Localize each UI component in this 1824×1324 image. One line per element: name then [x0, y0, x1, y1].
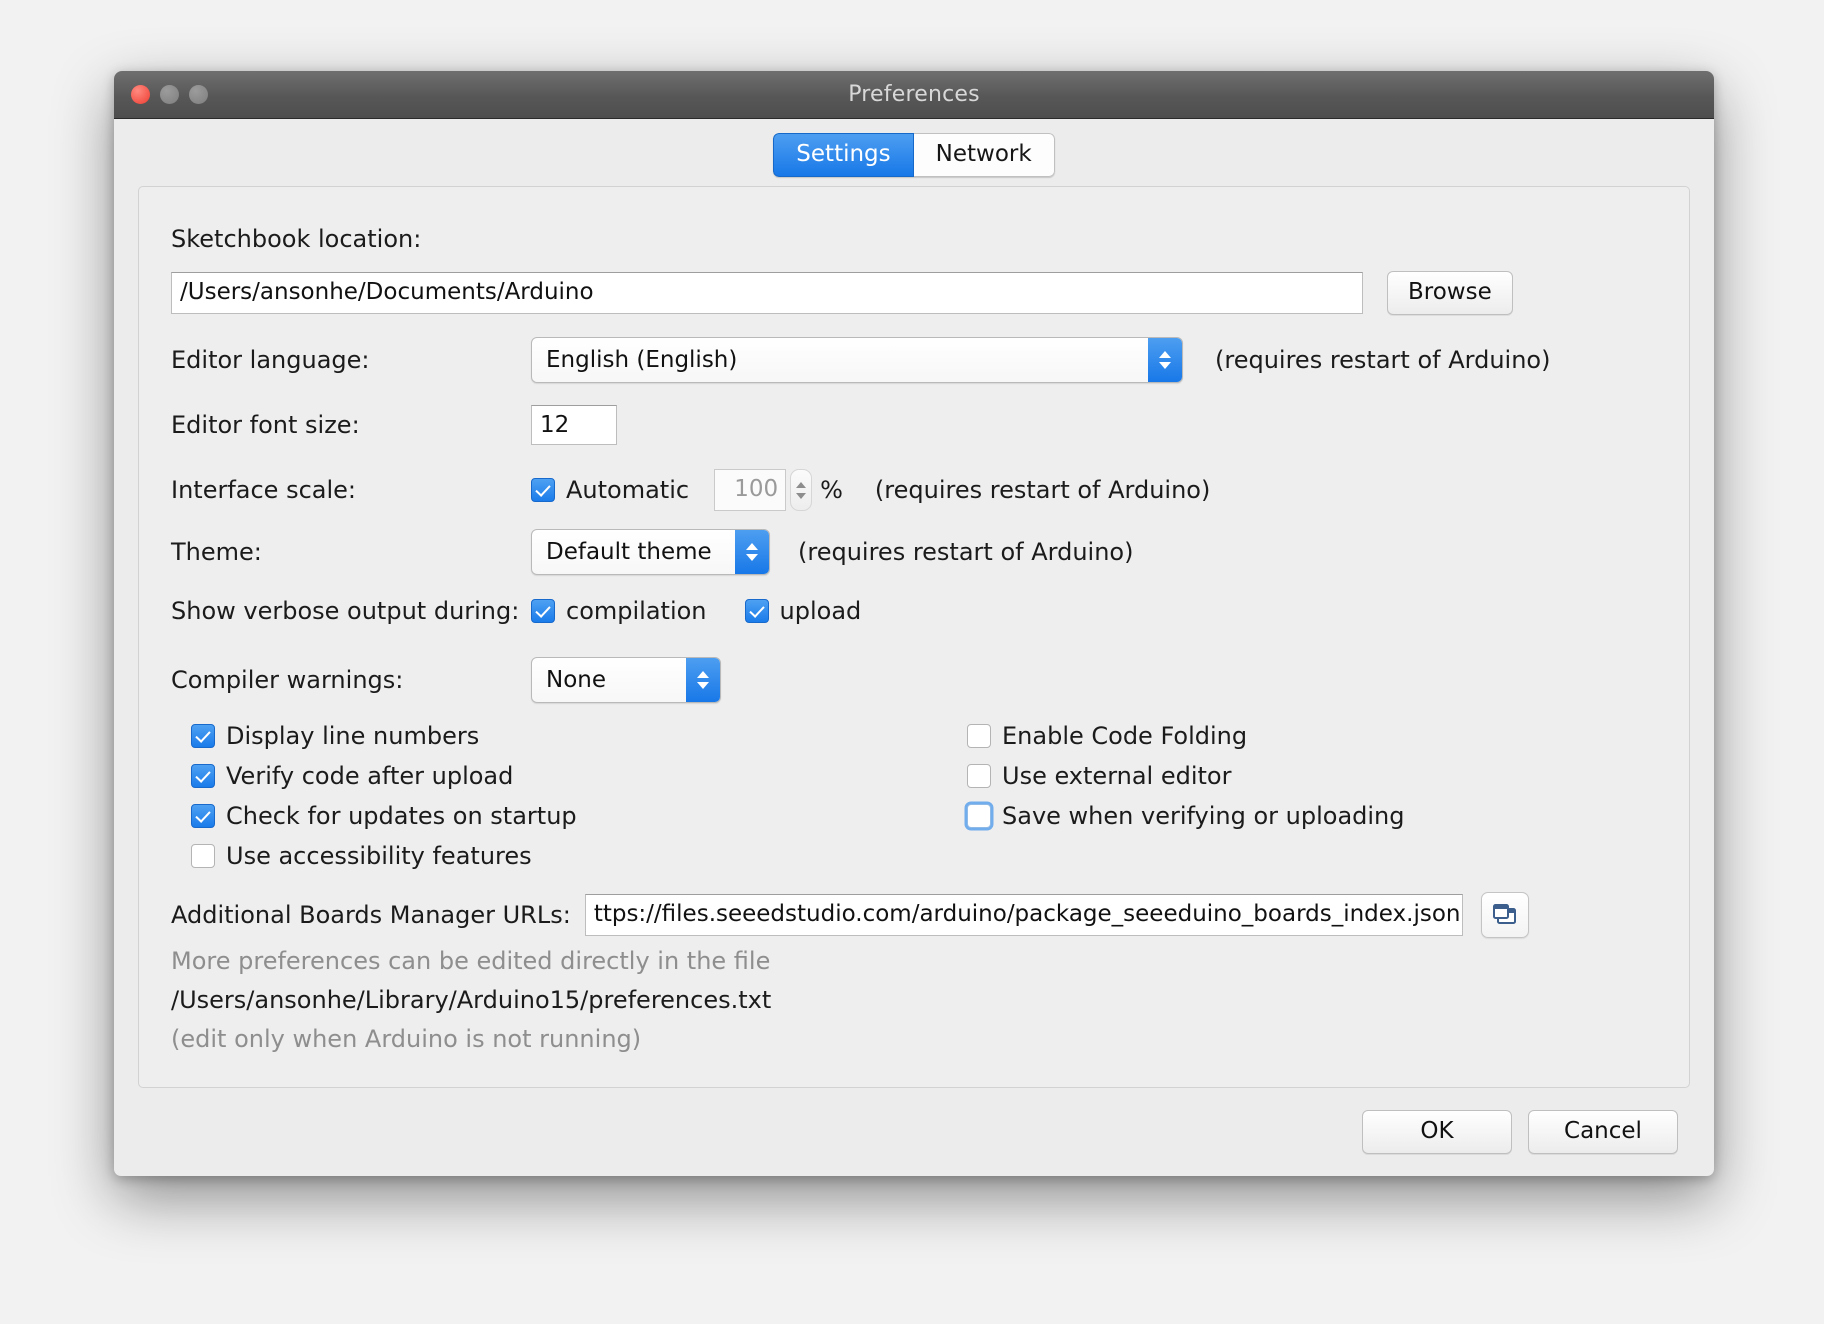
dialog-footer: OK Cancel: [114, 1088, 1714, 1176]
checkbox-box: [744, 599, 769, 624]
ok-button[interactable]: OK: [1362, 1110, 1512, 1154]
checkbox-box: [191, 764, 215, 789]
theme-select[interactable]: Default theme: [531, 529, 770, 576]
verbose-upload-label: upload: [779, 597, 862, 626]
checkbox-box: [531, 599, 555, 624]
verbose-output-label: Show verbose output during:: [171, 597, 520, 626]
window-titlebar: Preferences: [114, 71, 1714, 119]
checkbox-box: [967, 764, 991, 789]
checkbox-save-when-verifying-or-uploading[interactable]: Save when verifying or uploading: [967, 802, 1689, 830]
editor-font-size-row: Editor font size: 12: [171, 405, 1689, 446]
more-preferences-path: /Users/ansonhe/Library/Arduino15/prefere…: [171, 986, 1689, 1014]
stepper-arrows-icon[interactable]: [790, 469, 813, 512]
edit-warning-text: (edit only when Arduino is not running): [171, 1025, 642, 1054]
interface-scale-row: Interface scale: Automatic 100 % (requir…: [171, 469, 1689, 512]
checkbox-box: [191, 844, 215, 869]
chevron-up-down-icon: [686, 658, 720, 703]
checkbox-box: [191, 724, 215, 749]
interface-scale-automatic-checkbox[interactable]: Automatic: [531, 476, 689, 504]
percent-label: %: [820, 476, 843, 505]
theme-label: Theme:: [171, 538, 262, 567]
checkbox-box: [531, 478, 555, 503]
theme-row: Theme: Default theme (requires restart o…: [171, 529, 1689, 576]
verbose-compilation-checkbox[interactable]: compilation: [531, 597, 707, 625]
editor-language-select[interactable]: English (English): [531, 337, 1183, 384]
sketchbook-location-row: Sketchbook location:: [171, 225, 1689, 253]
compiler-warnings-label: Compiler warnings:: [171, 666, 404, 695]
checkbox-enable-code-folding[interactable]: Enable Code Folding: [967, 722, 1689, 750]
tab-network[interactable]: Network: [913, 133, 1055, 178]
interface-scale-stepper[interactable]: 100: [714, 469, 813, 512]
chevron-up-down-icon: [1148, 338, 1182, 383]
settings-panel: Sketchbook location: /Users/ansonhe/Docu…: [138, 186, 1690, 1088]
editor-font-size-input[interactable]: 12: [531, 405, 617, 446]
checkbox-label: Save when verifying or uploading: [1002, 802, 1405, 831]
checkbox-use-external-editor[interactable]: Use external editor: [967, 762, 1689, 790]
verbose-upload-checkbox[interactable]: upload: [744, 597, 862, 626]
verbose-output-row: Show verbose output during: compilation …: [171, 597, 1689, 625]
boards-manager-urls-label: Additional Boards Manager URLs:: [171, 901, 571, 930]
interface-scale-automatic-label: Automatic: [566, 476, 690, 505]
checkbox-label: Display line numbers: [226, 722, 480, 751]
more-preferences-line1: More preferences can be edited directly …: [171, 947, 1689, 975]
compiler-warnings-value: None: [546, 667, 607, 694]
interface-scale-label: Interface scale:: [171, 476, 357, 505]
cancel-button[interactable]: Cancel: [1528, 1110, 1678, 1154]
boards-manager-urls-row: Additional Boards Manager URLs: ttps://f…: [171, 892, 1657, 939]
checkbox-box: [967, 804, 991, 829]
tab-settings[interactable]: Settings: [773, 133, 914, 178]
sketchbook-field-row: /Users/ansonhe/Documents/Arduino Browse: [171, 271, 1657, 316]
checkbox-box: [191, 804, 215, 829]
checkbox-label: Verify code after upload: [226, 762, 514, 791]
checkbox-use-accessibility-features[interactable]: Use accessibility features: [191, 842, 1689, 870]
sketchbook-location-input[interactable]: /Users/ansonhe/Documents/Arduino: [171, 272, 1363, 315]
checkbox-label: Check for updates on startup: [226, 802, 577, 831]
compiler-warnings-select[interactable]: None: [531, 657, 721, 704]
boards-manager-urls-input[interactable]: ttps://files.seeedstudio.com/arduino/pac…: [584, 894, 1463, 937]
tab-bar: Settings Network: [114, 119, 1714, 187]
interface-scale-value[interactable]: 100: [714, 469, 787, 512]
checkbox-label: Use accessibility features: [226, 842, 532, 871]
preferences-file-path: /Users/ansonhe/Library/Arduino15/prefere…: [171, 986, 772, 1015]
editor-font-size-label: Editor font size:: [171, 411, 360, 440]
checkbox-label: Enable Code Folding: [1002, 722, 1248, 751]
more-preferences-text: More preferences can be edited directly …: [171, 947, 771, 976]
checkbox-label: Use external editor: [1002, 762, 1232, 791]
editor-language-label: Editor language:: [171, 346, 370, 375]
verbose-compilation-label: compilation: [566, 597, 707, 626]
theme-value: Default theme: [546, 539, 712, 566]
compiler-warnings-row: Compiler warnings: None: [171, 657, 1689, 704]
chevron-up-down-icon: [735, 530, 769, 575]
edit-boards-urls-button[interactable]: [1480, 892, 1529, 939]
interface-scale-restart-note: (requires restart of Arduino): [874, 476, 1211, 505]
cascade-windows-icon: [1492, 904, 1516, 925]
editor-language-value: English (English): [546, 347, 738, 374]
theme-restart-note: (requires restart of Arduino): [798, 538, 1134, 567]
more-preferences-line3: (edit only when Arduino is not running): [171, 1025, 1689, 1053]
checkbox-box: [967, 724, 991, 749]
sketchbook-location-label: Sketchbook location:: [171, 225, 422, 254]
window-title: Preferences: [848, 82, 980, 107]
editor-language-row: Editor language: English (English) (requ…: [171, 337, 1657, 384]
browse-button[interactable]: Browse: [1387, 271, 1513, 316]
preferences-window: Preferences Settings Network Sketchbook …: [114, 71, 1714, 1176]
editor-language-restart-note: (requires restart of Arduino): [1215, 346, 1551, 375]
